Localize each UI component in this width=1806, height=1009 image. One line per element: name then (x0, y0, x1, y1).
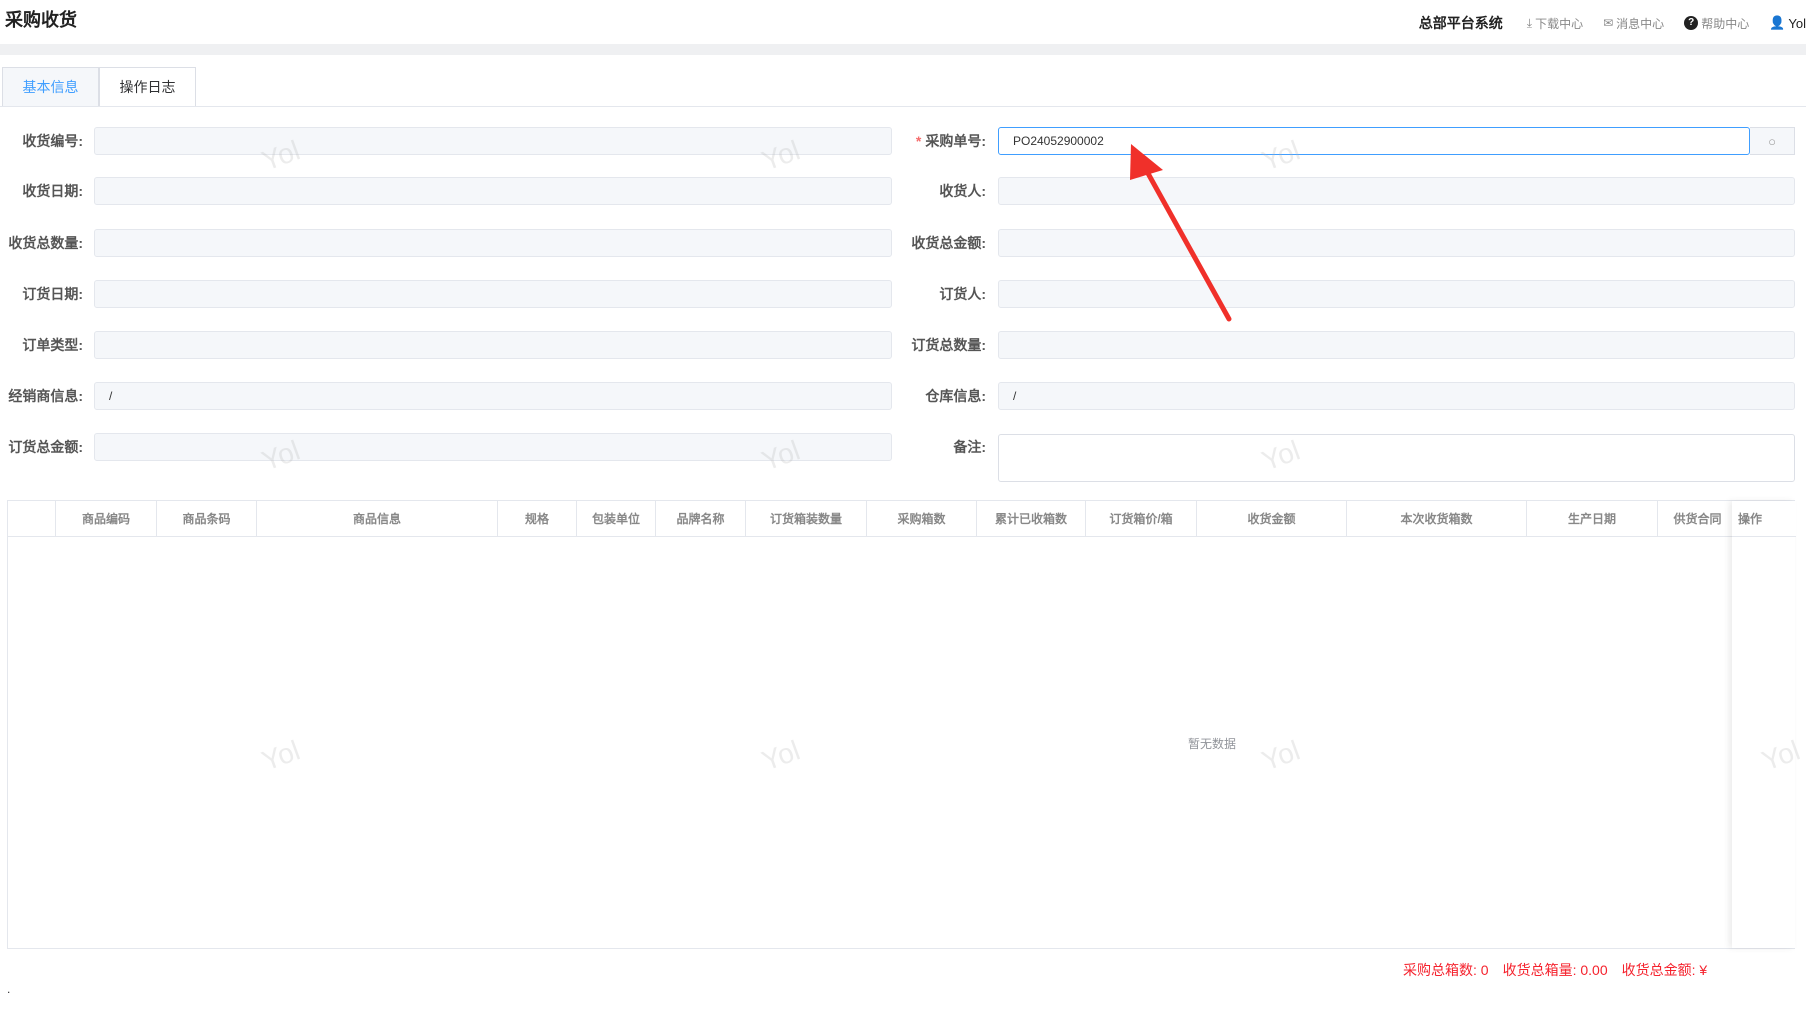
column-header[interactable]: 累计已收箱数 (977, 501, 1086, 537)
order-total-qty-field[interactable] (998, 331, 1795, 359)
column-header[interactable]: 包装单位 (577, 501, 656, 537)
warehouse-info-label: 仓库信息: (925, 388, 986, 404)
column-header[interactable]: 本次收货箱数 (1347, 501, 1527, 537)
purchase-no-input[interactable]: PO24052900002 (998, 127, 1750, 155)
column-header[interactable]: 生产日期 (1527, 501, 1658, 537)
receipt-no-label: 收货编号: (22, 133, 83, 149)
help-center-link[interactable]: ? 帮助中心 (1684, 15, 1749, 32)
receipt-total-amount-field[interactable] (998, 229, 1795, 257)
required-asterisk: * (915, 133, 922, 149)
order-type-label: 订单类型: (22, 337, 83, 353)
download-icon: ⤓ (1526, 15, 1533, 30)
column-header[interactable]: 订货箱装数量 (746, 501, 867, 537)
help-icon: ? (1684, 16, 1699, 30)
column-header[interactable]: 商品信息 (257, 501, 498, 537)
user-menu[interactable]: 👤 Yol (1769, 15, 1806, 31)
column-header[interactable]: 供货合同 (1658, 501, 1738, 537)
receipt-date-field[interactable] (94, 177, 892, 205)
column-header[interactable]: 品牌名称 (656, 501, 746, 537)
system-name[interactable]: 总部平台系统 (1419, 13, 1503, 33)
receipt-date-label: 收货日期: (22, 183, 83, 199)
receipt-total-amount-label: 收货总金额: (911, 235, 986, 251)
user-icon: 👤 (1769, 15, 1786, 30)
tab-bar: 基本信息 操作日志 (2, 67, 196, 106)
mail-icon: ✉ (1603, 16, 1614, 30)
page-title: 采购收货 (5, 10, 77, 30)
summary-bar: 采购总箱数: 0 收货总箱量: 0.00 收货总金额: ¥ (1403, 960, 1707, 980)
purchase-total-boxes: 采购总箱数: 0 (1403, 962, 1489, 978)
column-header[interactable]: 采购箱数 (867, 501, 977, 537)
column-header[interactable]: 操作 (1732, 501, 1796, 537)
tab-basic-info[interactable]: 基本信息 (2, 67, 99, 106)
orderer-label: 订货人: (939, 286, 986, 302)
search-icon: ○ (1768, 133, 1776, 149)
empty-text: 暂无数据 (1187, 737, 1237, 751)
purchase-no-search-button[interactable]: ○ (1750, 127, 1795, 155)
dealer-info-label: 经销商信息: (8, 388, 83, 404)
top-nav: 总部平台系统 ⤓ 下载中心 ✉ 消息中心 ? 帮助中心 👤 Yol (1419, 12, 1806, 34)
order-type-field[interactable] (94, 331, 892, 359)
dot-marker: . (7, 982, 11, 996)
receiver-label: 收货人: (939, 183, 986, 199)
column-header[interactable] (8, 501, 56, 537)
order-total-qty-label: 订货总数量: (911, 337, 986, 353)
goods-table: 商品编码 商品条码 商品信息 规格 包装单位 品牌名称 订货箱装数量 采购箱数 累计已收箱数 订货… (7, 500, 1796, 949)
column-header[interactable]: 收货金额 (1197, 501, 1347, 537)
user-name: Yol (1788, 15, 1806, 31)
purchase-no-label: * 采购单号: (886, 127, 986, 155)
remark-textarea[interactable] (998, 434, 1795, 482)
remark-label: 备注: (953, 439, 986, 455)
receiver-field[interactable] (998, 177, 1795, 205)
orderer-field[interactable] (998, 280, 1795, 308)
messages-label: 消息中心 (1616, 16, 1665, 31)
order-date-field[interactable] (94, 280, 892, 308)
help-label: 帮助中心 (1701, 16, 1750, 31)
receipt-total-amount: 收货总金额: ¥ (1621, 962, 1708, 978)
column-header[interactable]: 商品条码 (157, 501, 257, 537)
download-label: 下载中心 (1535, 16, 1584, 31)
warehouse-info-field[interactable]: / (998, 382, 1795, 410)
column-header[interactable]: 商品编码 (56, 501, 157, 537)
receipt-total-qty-label: 收货总数量: (8, 235, 83, 251)
dealer-info-field[interactable]: / (94, 382, 892, 410)
order-total-amount-label: 订货总金额: (8, 439, 83, 455)
receipt-total-qty-field[interactable] (94, 229, 892, 257)
column-header[interactable]: 订货箱价/箱 (1086, 501, 1197, 537)
receipt-total-boxes: 收货总箱量: 0.00 (1502, 962, 1608, 978)
message-center-link[interactable]: ✉ 消息中心 (1603, 15, 1664, 32)
column-header[interactable]: 规格 (498, 501, 577, 537)
fixed-action-column (1732, 501, 1795, 948)
order-date-label: 订货日期: (22, 286, 83, 302)
tab-divider (0, 106, 1806, 107)
header-divider (0, 44, 1806, 55)
purchase-no-label-text: 采购单号: (925, 133, 986, 149)
download-center-link[interactable]: ⤓ 下载中心 (1527, 15, 1583, 32)
tab-operation-log[interactable]: 操作日志 (99, 67, 196, 106)
